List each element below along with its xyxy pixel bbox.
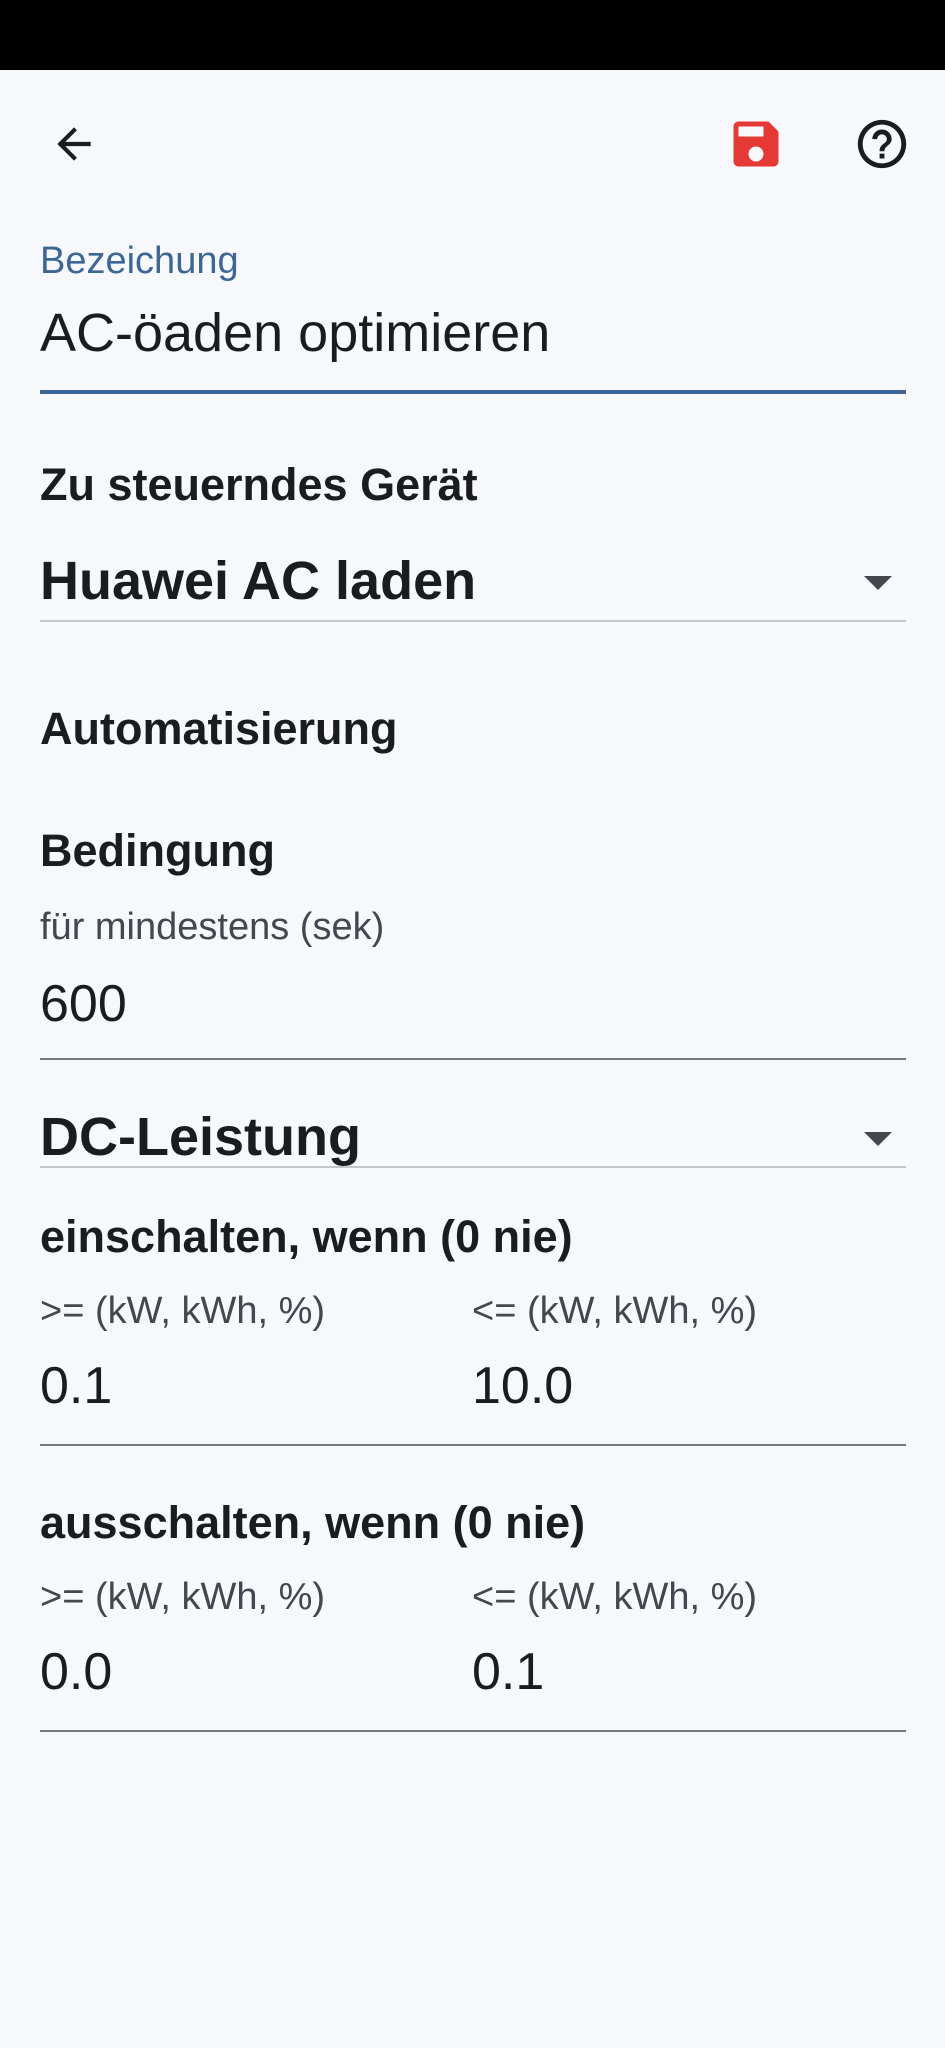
help-circle-icon [857,119,907,169]
source-dropdown[interactable]: DC-Leistung [40,1096,906,1196]
switch-off-min-field[interactable]: >= (kW, kWh, %) 0.0 [40,1576,460,1716]
switch-on-min-label: >= (kW, kWh, %) [40,1290,326,1332]
switch-on-heading: einschalten, wenn (0 nie) [40,1211,573,1262]
screen: Bezeichung AC-öaden optimieren Zu steuer… [0,0,945,2048]
toolbar [0,70,945,220]
status-bar [0,0,945,70]
condition-heading: Bedingung [40,825,275,876]
switch-off-min-label: >= (kW, kWh, %) [40,1576,326,1618]
switch-on-max-label: <= (kW, kWh, %) [472,1290,758,1332]
device-heading: Zu steuerndes Gerät [40,459,478,510]
chevron-down-icon [864,1132,892,1146]
switch-off-fields: >= (kW, kWh, %) 0.0 <= (kW, kWh, %) 0.1 [40,1576,906,1732]
device-dropdown[interactable]: Huawei AC laden [40,540,906,640]
duration-field-label: für mindestens (sek) [40,906,385,948]
switch-on-max-value[interactable]: 10.0 [472,1360,573,1412]
name-field-value[interactable]: AC-öaden optimieren [40,306,550,360]
arrow-left-icon [57,127,91,161]
switch-on-fields: >= (kW, kWh, %) 0.1 <= (kW, kWh, %) 10.0 [40,1290,906,1446]
switch-off-min-value[interactable]: 0.0 [40,1646,112,1698]
switch-on-min-value[interactable]: 0.1 [40,1360,112,1412]
name-field[interactable]: Bezeichung AC-öaden optimieren [40,240,906,396]
automation-heading: Automatisierung [40,703,398,754]
duration-field[interactable]: für mindestens (sek) 600 [40,906,906,1062]
back-button[interactable] [32,102,116,186]
name-field-underline [40,390,906,394]
device-dropdown-value: Huawei AC laden [40,551,477,611]
switch-off-heading: ausschalten, wenn (0 nie) [40,1497,586,1548]
switch-off-max-label: <= (kW, kWh, %) [472,1576,758,1618]
chevron-down-icon [864,576,892,590]
duration-field-underline [40,1058,906,1060]
switch-off-max-value[interactable]: 0.1 [472,1646,544,1698]
save-button[interactable] [714,102,798,186]
device-dropdown-underline [40,620,906,622]
switch-on-min-field[interactable]: >= (kW, kWh, %) 0.1 [40,1290,460,1430]
switch-on-max-field[interactable]: <= (kW, kWh, %) 10.0 [472,1290,906,1430]
help-button[interactable] [840,102,924,186]
source-dropdown-value: DC-Leistung [40,1107,361,1167]
source-dropdown-underline [40,1166,906,1168]
switch-off-max-field[interactable]: <= (kW, kWh, %) 0.1 [472,1576,906,1716]
duration-field-value[interactable]: 600 [40,978,127,1030]
name-field-label: Bezeichung [40,240,239,282]
switch-off-underline [40,1730,906,1732]
save-icon [733,121,779,167]
switch-on-underline [40,1444,906,1446]
